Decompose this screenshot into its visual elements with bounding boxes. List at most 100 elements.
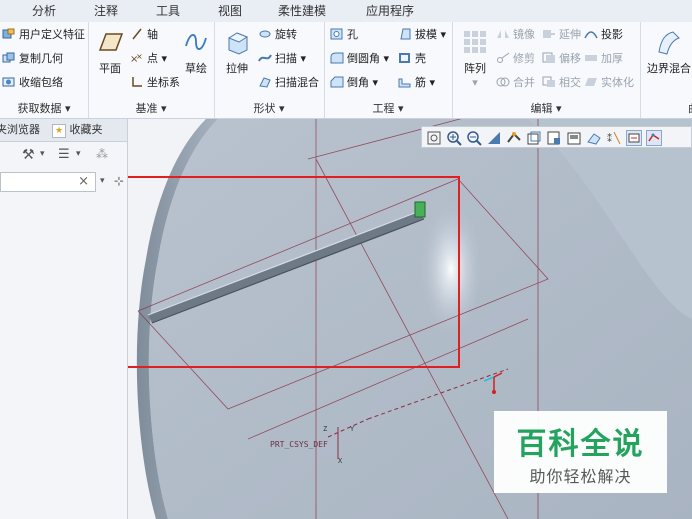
- mirror-button[interactable]: 镜像: [496, 26, 535, 44]
- csys-icon: [132, 77, 142, 87]
- chamfer-button[interactable]: 倒角 ▾: [330, 74, 378, 92]
- revolve-icon: [259, 30, 271, 38]
- reorient-icon[interactable]: [506, 130, 522, 146]
- chamfer-icon: [330, 76, 344, 88]
- group-engineering-title[interactable]: 工程 ▾: [324, 100, 452, 116]
- boundary-blend-icon: [658, 31, 680, 55]
- group-get-data: 用户定义特征 复制几何 收缩包络 获取数据 ▾: [0, 22, 89, 118]
- group-shapes-title[interactable]: 形状 ▾: [214, 100, 324, 116]
- round-icon: [330, 52, 344, 64]
- ribbon: 用户定义特征 复制几何 收缩包络 获取数据 ▾ 平面 轴 × × 点 ▾ 坐标系 草…: [0, 22, 692, 119]
- rib-icon: [398, 78, 411, 88]
- datum-display-icon[interactable]: ⁑: [606, 130, 622, 146]
- tab-applications[interactable]: 应用程序: [355, 0, 425, 22]
- tab-favorites[interactable]: ★ 收藏夹: [52, 122, 103, 138]
- hole-icon: [330, 28, 343, 40]
- group-datum-title[interactable]: 基准 ▾: [88, 100, 214, 116]
- ribbon-tab-bar: 分析 注释 工具 视图 柔性建模 应用程序: [0, 0, 692, 23]
- extend-icon: [543, 30, 555, 38]
- merge-icon: [496, 77, 510, 87]
- zoom-in-icon[interactable]: [446, 130, 462, 146]
- udf-button[interactable]: 用户定义特征: [2, 26, 85, 44]
- extend-button[interactable]: 延伸: [542, 26, 581, 44]
- solidify-button[interactable]: 实体化: [584, 74, 634, 92]
- tab-annotate[interactable]: 注释: [80, 0, 132, 22]
- point-button[interactable]: × × 点 ▾: [130, 50, 167, 68]
- boundary-blend-button[interactable]: 边界混合: [644, 28, 692, 76]
- solidify-icon: [585, 78, 597, 86]
- svg-text:×: ×: [136, 52, 143, 61]
- mirror-icon: [497, 30, 509, 38]
- navigator-toolbar: ⚒ ▾ ☰ ▾ ⁂: [0, 143, 127, 169]
- sketch-button[interactable]: 草绘: [180, 28, 212, 76]
- project-button[interactable]: 投影: [584, 26, 623, 44]
- tab-tools[interactable]: 工具: [142, 0, 194, 22]
- sweep-button[interactable]: 扫描 ▾: [258, 50, 306, 68]
- tab-flexible-modeling[interactable]: 柔性建模: [262, 0, 342, 22]
- svg-text:⁑: ⁑: [607, 132, 612, 145]
- plane-icon: [98, 33, 124, 51]
- show-list-icon[interactable]: ☰: [58, 147, 70, 162]
- intersect-icon: [542, 76, 555, 87]
- tab-view[interactable]: 视图: [204, 0, 256, 22]
- search-dropdown-icon[interactable]: ▾: [100, 176, 105, 186]
- csys-button[interactable]: 坐标系: [130, 74, 180, 92]
- saved-views-icon[interactable]: [546, 130, 562, 146]
- annotation-display-icon[interactable]: [626, 130, 642, 146]
- round-button[interactable]: 倒圆角 ▾: [330, 50, 389, 68]
- revolve-button[interactable]: 旋转: [258, 26, 297, 44]
- tab-folder-browser[interactable]: 夹浏览器: [0, 122, 40, 138]
- search-input[interactable]: ×: [0, 172, 96, 192]
- sketch-icon: [185, 34, 207, 50]
- watermark-subtitle: 助你轻松解决: [529, 467, 632, 486]
- csys-label: PRT_CSYS_DEF: [270, 440, 328, 449]
- repaint-icon[interactable]: [486, 130, 502, 146]
- perspective-icon[interactable]: [586, 130, 602, 146]
- thicken-button[interactable]: 加厚: [584, 50, 623, 68]
- offset-icon: [542, 52, 555, 63]
- copy-geometry-icon: [2, 52, 15, 63]
- shell-icon: [399, 53, 410, 63]
- group-get-data-title[interactable]: 获取数据 ▾: [0, 100, 88, 116]
- search-clear-icon[interactable]: ×: [78, 174, 89, 189]
- zoom-out-icon[interactable]: [466, 130, 482, 146]
- display-style-icon[interactable]: [526, 130, 542, 146]
- navigator-tabs: 夹浏览器 ★ 收藏夹: [0, 119, 127, 142]
- watermark-logo: 百科全说 助你轻松解决: [494, 411, 667, 493]
- group-engineering: 孔 倒圆角 ▾ 倒角 ▾ 拔模 ▾ 壳 筋 ▾ 工程 ▾: [324, 22, 453, 118]
- swept-blend-button[interactable]: 扫描混合: [258, 74, 319, 92]
- axis-button[interactable]: 轴: [130, 26, 158, 44]
- hole-button[interactable]: 孔: [330, 26, 358, 44]
- refit-icon[interactable]: [426, 130, 442, 146]
- thicken-icon: [585, 55, 597, 61]
- shrinkwrap-button[interactable]: 收缩包络: [2, 74, 63, 92]
- group-surfaces-title[interactable]: 曲: [688, 100, 692, 116]
- shrinkwrap-icon: [2, 77, 15, 87]
- copy-geometry-button[interactable]: 复制几何: [2, 50, 63, 68]
- favorites-star-icon: ★: [52, 124, 66, 138]
- sweep-icon: [258, 54, 272, 62]
- view-manager-icon[interactable]: [566, 130, 582, 146]
- offset-button[interactable]: 偏移: [542, 50, 581, 68]
- rib-button[interactable]: 筋 ▾: [398, 74, 435, 92]
- merge-button[interactable]: 合并: [496, 74, 535, 92]
- spin-center-icon[interactable]: [646, 130, 662, 146]
- group-editing-title[interactable]: 编辑 ▾: [452, 100, 640, 116]
- tools-icon[interactable]: ⚒: [22, 147, 35, 163]
- tab-analysis[interactable]: 分析: [18, 0, 70, 22]
- search-options-icon[interactable]: ⊹: [114, 174, 124, 188]
- show-dropdown-icon[interactable]: ▾: [76, 149, 81, 159]
- pattern-button[interactable]: 阵列 ▾: [460, 28, 490, 89]
- intersect-button[interactable]: 相交: [542, 74, 581, 92]
- tools-dropdown-icon[interactable]: ▾: [40, 149, 45, 159]
- graphics-toolbar: ⁑: [421, 126, 692, 148]
- group-editing: 阵列 ▾ 镜像 延伸 投影 修剪 偏移 加厚 合并 相交 实体化 编辑 ▾: [452, 22, 641, 118]
- trim-button[interactable]: 修剪: [496, 50, 535, 68]
- plane-button[interactable]: 平面: [92, 28, 128, 76]
- draft-button[interactable]: 拔模 ▾: [398, 26, 446, 44]
- extrude-button[interactable]: 拉伸: [220, 28, 254, 76]
- watermark-title: 百科全说: [516, 427, 645, 462]
- csys-z-label: Z: [323, 425, 327, 433]
- filter-icon[interactable]: ⁂: [96, 147, 108, 161]
- shell-button[interactable]: 壳: [398, 50, 426, 68]
